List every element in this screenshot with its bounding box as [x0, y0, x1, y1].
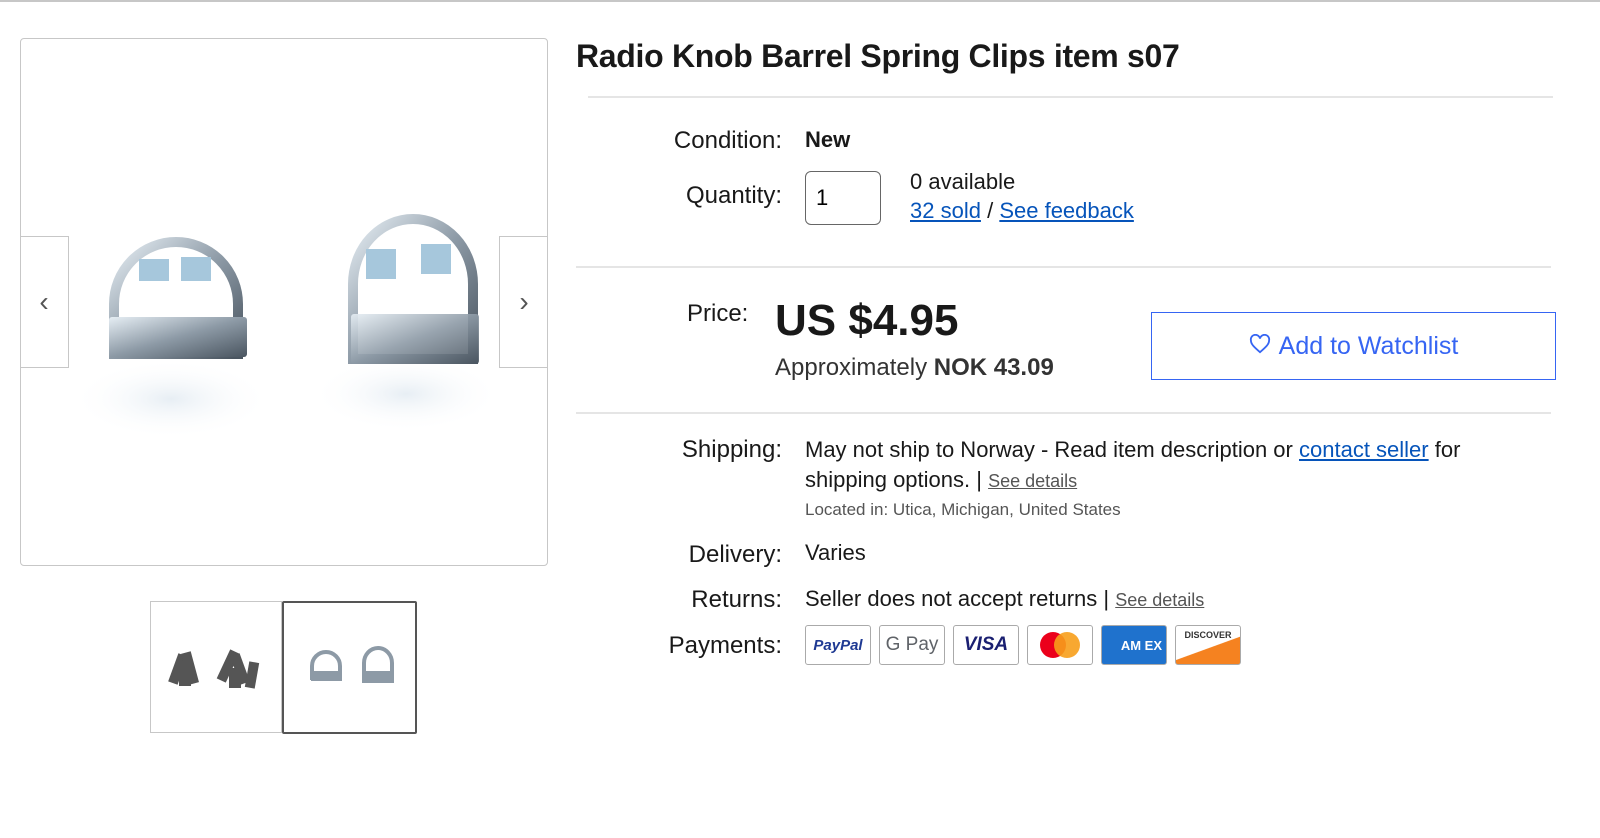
sold-feedback-row: 32 sold / See feedback — [910, 198, 1134, 224]
sold-separator: / — [987, 198, 994, 223]
located-value: Utica, Michigan, United States — [892, 500, 1121, 519]
condition-value: New — [805, 127, 851, 152]
quantity-input[interactable] — [805, 171, 881, 225]
thumbnail-1[interactable] — [150, 601, 282, 733]
returns-label: Returns: — [691, 586, 782, 613]
mastercard-icon — [1027, 625, 1093, 665]
quantity-divider — [576, 266, 1551, 268]
watchlist-label: Add to Watchlist — [1278, 331, 1459, 360]
price-label: Price: — [687, 300, 749, 327]
payment-methods: PayPal G Pay VISA AM EX DISCOVER — [805, 625, 1241, 665]
google-pay-icon: G Pay — [879, 625, 945, 665]
returns-see-details-link[interactable]: See details — [1115, 590, 1204, 610]
returns-info: Seller does not accept returns | See det… — [805, 586, 1204, 612]
chevron-right-icon: › — [519, 286, 529, 317]
chevron-left-icon: ‹ — [39, 286, 49, 317]
approx-value: NOK 43.09 — [933, 354, 1054, 381]
previous-image-button[interactable]: ‹ — [21, 236, 69, 368]
condition-label: Condition: — [673, 127, 782, 154]
sold-count-link[interactable]: 32 sold — [910, 198, 981, 223]
shipping-text: May not ship to Norway - Read item descr… — [805, 437, 1293, 462]
item-title: Radio Knob Barrel Spring Clips item s07 — [576, 38, 1180, 74]
quantity-label: Quantity: — [685, 182, 782, 209]
thumbnail-strip — [150, 601, 417, 734]
shipping-text-after: for — [1434, 437, 1461, 462]
located-label: Located in: — [805, 500, 889, 519]
visa-icon: VISA — [953, 625, 1019, 665]
delivery-value: Varies — [805, 540, 866, 565]
thumbnail-2-selected[interactable] — [282, 601, 417, 734]
delivery-label: Delivery: — [688, 541, 782, 568]
paypal-icon: PayPal — [805, 625, 871, 665]
shipping-options-text: shipping options. | — [805, 467, 982, 492]
next-image-button[interactable]: › — [499, 236, 547, 368]
top-divider — [0, 0, 1600, 2]
available-count: 0 available — [910, 169, 1016, 194]
product-photo — [71, 214, 501, 439]
see-feedback-link[interactable]: See feedback — [999, 198, 1134, 223]
thumbnail-photo — [310, 646, 394, 683]
add-to-watchlist-button[interactable]: Add to Watchlist — [1151, 312, 1556, 380]
payments-label: Payments: — [668, 632, 782, 659]
contact-seller-link[interactable]: contact seller — [1299, 437, 1429, 462]
thumbnail-photo — [168, 649, 260, 689]
shipping-see-details-link[interactable]: See details — [988, 471, 1077, 491]
price-divider — [576, 412, 1551, 414]
returns-value: Seller does not accept returns | — [805, 586, 1110, 611]
discover-icon: DISCOVER — [1175, 625, 1241, 665]
title-divider — [588, 96, 1553, 98]
approx-price: Approximately NOK 43.09 — [775, 354, 1054, 382]
price-amount: US $4.95 — [775, 296, 959, 345]
heart-icon — [1249, 332, 1271, 361]
location-row: Located in: Utica, Michigan, United Stat… — [805, 500, 1121, 520]
amex-icon: AM EX — [1101, 625, 1167, 665]
shipping-info: May not ship to Norway - Read item descr… — [805, 435, 1565, 496]
shipping-label: Shipping: — [681, 436, 782, 463]
approx-prefix: Approximately — [775, 354, 928, 381]
main-product-image[interactable]: ‹ › — [20, 38, 548, 566]
